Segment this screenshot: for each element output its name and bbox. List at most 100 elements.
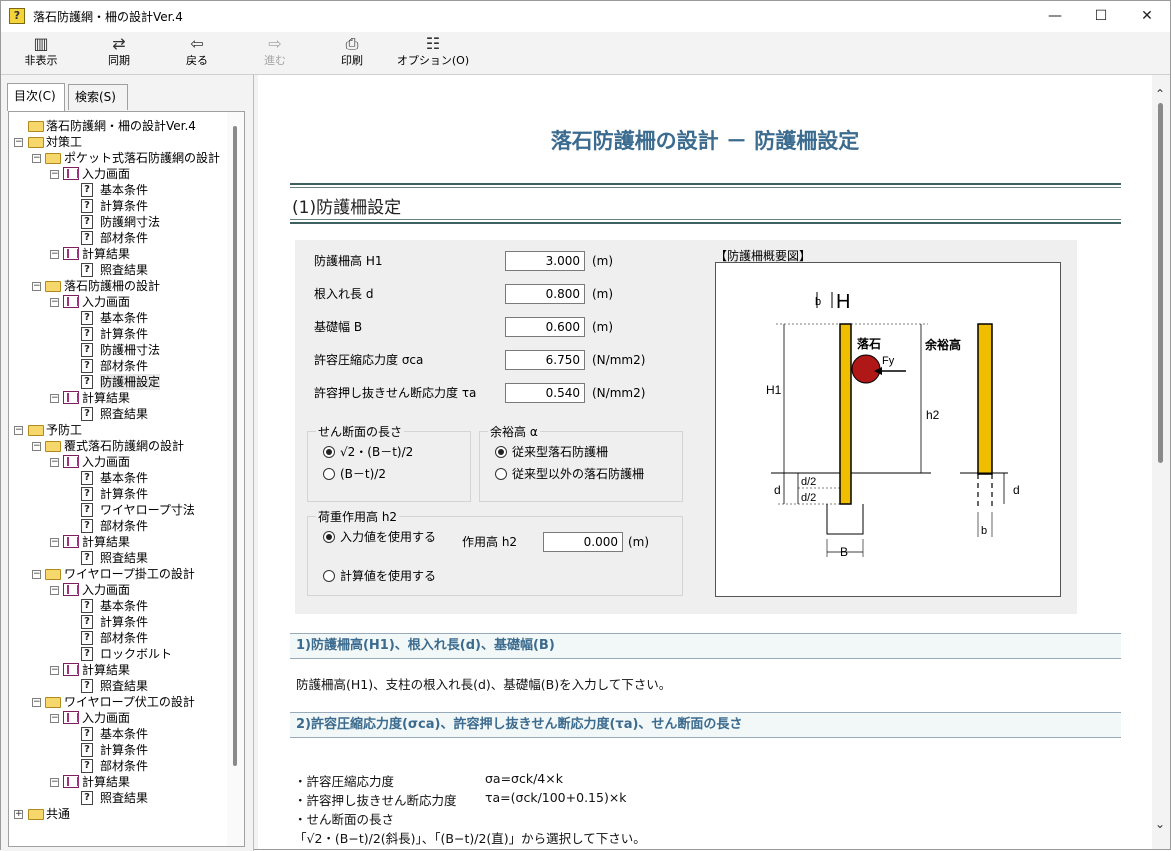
- tab-contents[interactable]: 目次(C): [7, 83, 65, 111]
- tree-node[interactable]: − ポケット式落石防護網の設計: [11, 150, 226, 166]
- tree-node-label[interactable]: ロックボルト: [100, 646, 172, 662]
- tree-scrollbar[interactable]: [227, 112, 244, 846]
- collapse-icon[interactable]: −: [14, 138, 23, 147]
- print-button[interactable]: ⎙ 印刷: [317, 34, 387, 72]
- collapse-icon[interactable]: −: [50, 298, 59, 307]
- tree-node[interactable]: ? 基本条件: [11, 310, 226, 326]
- tree-node-label[interactable]: 予防工: [46, 422, 82, 438]
- collapse-icon[interactable]: −: [50, 666, 59, 675]
- minimize-button[interactable]: —: [1032, 1, 1078, 32]
- tree-node[interactable]: − ワイヤロープ掛工の設計: [11, 566, 226, 582]
- tree-node[interactable]: − 入力画面: [11, 166, 226, 182]
- tree-node[interactable]: ? 基本条件: [11, 182, 226, 198]
- tree-node-label[interactable]: 計算条件: [100, 486, 148, 502]
- tree-node-label[interactable]: 入力画面: [82, 454, 130, 470]
- tree-node[interactable]: ? 部材条件: [11, 230, 226, 246]
- tree-node-label[interactable]: 計算結果: [82, 246, 130, 262]
- tree-node[interactable]: − 落石防護柵の設計: [11, 278, 226, 294]
- tree-node[interactable]: − 計算結果: [11, 246, 226, 262]
- tree-node-label[interactable]: 計算条件: [100, 326, 148, 342]
- expand-icon[interactable]: +: [14, 810, 23, 819]
- hide-button[interactable]: ▥ 非表示: [6, 34, 76, 72]
- tree-node[interactable]: − 入力画面: [11, 294, 226, 310]
- collapse-icon[interactable]: −: [32, 154, 41, 163]
- tree-node-label[interactable]: 対策工: [46, 134, 82, 150]
- tree-node[interactable]: − 入力画面: [11, 710, 226, 726]
- tree-node-label[interactable]: 覆式落石防護網の設計: [64, 438, 184, 454]
- tree-node[interactable]: ? 基本条件: [11, 726, 226, 742]
- tree-node-label[interactable]: 防護柵設定: [100, 374, 161, 390]
- tree-node-label[interactable]: 計算結果: [82, 390, 130, 406]
- collapse-icon[interactable]: −: [32, 282, 41, 291]
- tree-node[interactable]: ? 基本条件: [11, 470, 226, 486]
- tree-node-label[interactable]: 照査結果: [100, 550, 148, 566]
- tree-node[interactable]: − 計算結果: [11, 662, 226, 678]
- tree-node[interactable]: − 計算結果: [11, 390, 226, 406]
- tree-node-label[interactable]: 防護網寸法: [100, 214, 160, 230]
- back-button[interactable]: ⇦ 戻る: [162, 34, 232, 72]
- tree-node-label[interactable]: 基本条件: [100, 182, 148, 198]
- tree-node[interactable]: ? 照査結果: [11, 262, 226, 278]
- tree-node-label[interactable]: 部材条件: [100, 758, 148, 774]
- tree-node[interactable]: ? 照査結果: [11, 678, 226, 694]
- tree-node-label[interactable]: 部材条件: [100, 518, 148, 534]
- collapse-icon[interactable]: −: [50, 170, 59, 179]
- tree-node-label[interactable]: 入力画面: [82, 294, 130, 310]
- scroll-up-icon[interactable]: ⌃: [1155, 87, 1165, 101]
- tree-node-label[interactable]: 部材条件: [100, 230, 148, 246]
- tree-node[interactable]: ? ロックボルト: [11, 646, 226, 662]
- tree-node[interactable]: − 計算結果: [11, 774, 226, 790]
- tree-node-label[interactable]: 落石防護柵の設計: [64, 278, 160, 294]
- collapse-icon[interactable]: −: [50, 250, 59, 259]
- tab-search[interactable]: 検索(S): [68, 84, 128, 110]
- tree-node-label[interactable]: 基本条件: [100, 726, 148, 742]
- tree-node-label[interactable]: 部材条件: [100, 358, 148, 374]
- tree-node-label[interactable]: 基本条件: [100, 598, 148, 614]
- tree-node-label[interactable]: 照査結果: [100, 406, 148, 422]
- tree-node[interactable]: ? 照査結果: [11, 406, 226, 422]
- tree-node-label[interactable]: 部材条件: [100, 630, 148, 646]
- options-button[interactable]: ☷ オプション(O): [393, 34, 473, 72]
- tree-node-label[interactable]: ワイヤロープ寸法: [100, 502, 195, 518]
- tree-node[interactable]: − 覆式落石防護網の設計: [11, 438, 226, 454]
- tree-node[interactable]: ? 照査結果: [11, 550, 226, 566]
- tree-node-label[interactable]: 計算条件: [100, 198, 148, 214]
- content-scrollbar[interactable]: ⌃ ⌄: [1152, 75, 1170, 849]
- tree-node-label[interactable]: 入力画面: [82, 166, 130, 182]
- tree-node[interactable]: ? ワイヤロープ寸法: [11, 502, 226, 518]
- scroll-down-icon[interactable]: ⌄: [1155, 817, 1165, 831]
- tree-node-label[interactable]: ポケット式落石防護網の設計: [64, 150, 220, 166]
- tree-node-label[interactable]: 計算結果: [82, 662, 130, 678]
- tree-node-label[interactable]: 照査結果: [100, 678, 148, 694]
- maximize-button[interactable]: ☐: [1078, 1, 1124, 32]
- collapse-icon[interactable]: −: [50, 586, 59, 595]
- collapse-icon[interactable]: −: [32, 698, 41, 707]
- tree-node-label[interactable]: 落石防護網・柵の設計Ver.4: [46, 118, 196, 134]
- tree-node-label[interactable]: 防護柵寸法: [100, 342, 160, 358]
- tree-node[interactable]: ? 防護柵設定: [11, 374, 226, 390]
- tree-node[interactable]: ? 部材条件: [11, 630, 226, 646]
- tree-node[interactable]: − 入力画面: [11, 454, 226, 470]
- collapse-icon[interactable]: −: [50, 778, 59, 787]
- tree-node-label[interactable]: 計算条件: [100, 742, 148, 758]
- tree-node[interactable]: ? 部材条件: [11, 358, 226, 374]
- tree-node-label[interactable]: 基本条件: [100, 310, 148, 326]
- content-scroll-thumb[interactable]: [1158, 103, 1163, 463]
- tree-node[interactable]: ? 計算条件: [11, 198, 226, 214]
- tree-node-label[interactable]: ワイヤロープ掛工の設計: [64, 566, 195, 582]
- tree-node[interactable]: ? 部材条件: [11, 518, 226, 534]
- tree-node-label[interactable]: 照査結果: [100, 790, 148, 806]
- tree-node-label[interactable]: 計算結果: [82, 774, 130, 790]
- collapse-icon[interactable]: −: [50, 394, 59, 403]
- tree-node-label[interactable]: 共通: [46, 806, 70, 822]
- tree-node[interactable]: + 共通: [11, 806, 226, 822]
- tree-node-label[interactable]: 計算条件: [100, 614, 148, 630]
- tree-node[interactable]: ? 照査結果: [11, 790, 226, 806]
- tree-node[interactable]: − ワイヤロープ伏工の設計: [11, 694, 226, 710]
- tree-node[interactable]: ? 部材条件: [11, 758, 226, 774]
- tree-node[interactable]: ? 基本条件: [11, 598, 226, 614]
- tree-node[interactable]: ? 計算条件: [11, 742, 226, 758]
- close-button[interactable]: ✕: [1124, 1, 1170, 32]
- tree-node[interactable]: ? 計算条件: [11, 614, 226, 630]
- tree-node[interactable]: − 計算結果: [11, 534, 226, 550]
